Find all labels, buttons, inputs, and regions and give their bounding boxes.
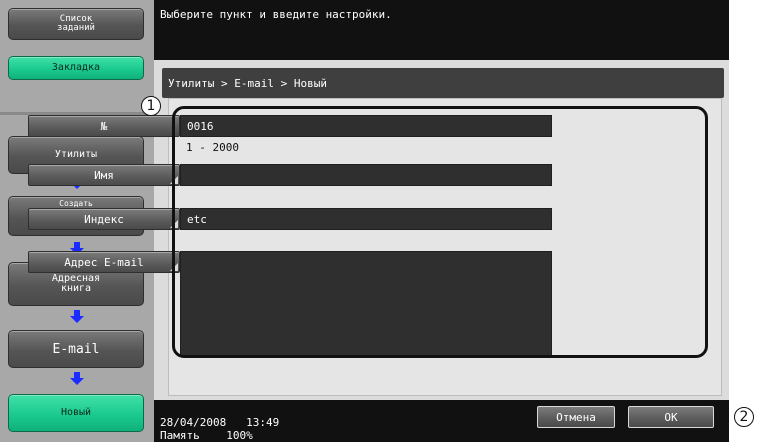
memory-status: Память 100% bbox=[160, 429, 253, 442]
name-label: Имя bbox=[94, 168, 114, 182]
down-arrow-icon bbox=[69, 372, 85, 386]
breadcrumb-text: Утилиты > E-mail > Новый bbox=[168, 77, 327, 90]
index-button[interactable]: Индекс bbox=[28, 208, 180, 230]
email-address-label: Адрес E-mail bbox=[64, 255, 144, 269]
number-label: № bbox=[100, 119, 108, 133]
time: 13:49 bbox=[246, 416, 280, 429]
instruction-text: Выберите пункт и введите настройки. bbox=[160, 8, 392, 21]
bookmark-label: Закладка bbox=[51, 62, 101, 73]
step-utilities-label: Утилиты bbox=[54, 149, 98, 160]
memory-label: Память bbox=[160, 429, 200, 442]
step-email-label: E-mail bbox=[52, 341, 100, 357]
callout-2-number: 2 bbox=[739, 409, 749, 425]
datetime: 28/04/2008 13:49 bbox=[160, 416, 279, 429]
fields-highlight-outline bbox=[172, 106, 708, 358]
message-bar: Выберите пункт и введите настройки. bbox=[154, 0, 729, 60]
callout-2: 2 bbox=[734, 407, 754, 427]
memory-value: 100% bbox=[226, 429, 253, 442]
index-label: Индекс bbox=[84, 212, 124, 226]
job-list-label: Список заданий bbox=[57, 14, 95, 33]
number-button[interactable]: № bbox=[28, 115, 180, 137]
cancel-label: Отмена bbox=[556, 410, 596, 424]
down-arrow-icon bbox=[69, 310, 85, 324]
ok-highlight-outline bbox=[620, 400, 722, 438]
step-new-button[interactable]: Новый bbox=[8, 394, 144, 432]
step-address-book-label: Адресная книга bbox=[51, 273, 101, 294]
cancel-button[interactable]: Отмена bbox=[537, 406, 615, 428]
breadcrumb: Утилиты > E-mail > Новый bbox=[162, 68, 724, 98]
email-address-button[interactable]: Адрес E-mail bbox=[28, 251, 180, 273]
date: 28/04/2008 bbox=[160, 416, 227, 429]
step-email-button[interactable]: E-mail bbox=[8, 330, 144, 368]
name-button[interactable]: Имя bbox=[28, 164, 180, 186]
callout-1-number: 1 bbox=[146, 98, 156, 114]
step-new-label: Новый bbox=[60, 407, 92, 418]
callout-1: 1 bbox=[141, 96, 161, 116]
job-list-button[interactable]: Список заданий bbox=[8, 8, 144, 40]
bookmark-button[interactable]: Закладка bbox=[8, 56, 144, 80]
